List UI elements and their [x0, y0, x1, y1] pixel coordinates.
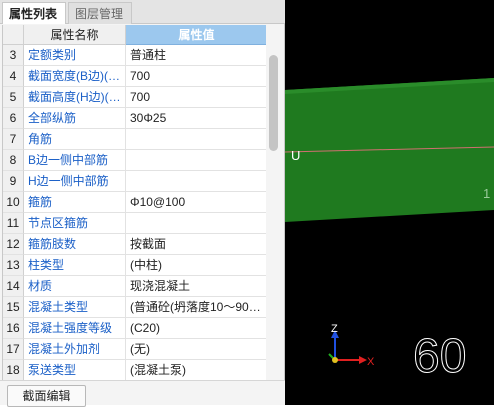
table-row[interactable]: 7 角筋 — [3, 129, 267, 150]
property-value-cell[interactable] — [126, 171, 267, 192]
x-axis-label: X — [367, 356, 375, 368]
header-property-name[interactable]: 属性名称 — [24, 25, 126, 45]
property-name-cell: 截面宽度(B边)(… — [24, 66, 126, 87]
table-row[interactable]: 18 泵送类型 (混凝土泵) — [3, 360, 267, 380]
row-index: 10 — [3, 192, 24, 213]
property-value-cell[interactable]: 普通柱 — [126, 45, 267, 66]
x-axis-arrow — [359, 356, 367, 364]
property-value-cell[interactable]: 现浇混凝土 — [126, 276, 267, 297]
table-row[interactable]: 17 混凝土外加剂 (无) — [3, 339, 267, 360]
table-row[interactable]: 13 柱类型 (中柱) — [3, 255, 267, 276]
property-value-cell[interactable]: 30Φ25 — [126, 108, 267, 129]
property-name-cell: 材质 — [24, 276, 126, 297]
header-index — [3, 25, 24, 45]
row-index: 5 — [3, 87, 24, 108]
row-index: 3 — [3, 45, 24, 66]
grid-scrollbar[interactable] — [266, 25, 282, 380]
property-name-cell: 柱类型 — [24, 255, 126, 276]
property-value-cell[interactable]: (普通砼(坍落度10～90… — [126, 297, 267, 318]
table-row[interactable]: 9 H边一侧中部筋 — [3, 171, 267, 192]
tab-property-list[interactable]: 属性列表 — [2, 2, 66, 24]
row-index: 18 — [3, 360, 24, 380]
3d-viewport[interactable]: U 1 Z X 60 — [285, 0, 494, 405]
table-row[interactable]: 11 节点区箍筋 — [3, 213, 267, 234]
property-name-cell: 混凝土强度等级 — [24, 318, 126, 339]
row-index: 4 — [3, 66, 24, 87]
properties-panel: 属性列表 图层管理 属性名称 属性值 3 定额类别 普通柱 4 截面宽度(B边)(… 70… — [0, 0, 285, 407]
row-index: 6 — [3, 108, 24, 129]
beam-marker-label: U — [291, 148, 300, 163]
row-index: 9 — [3, 171, 24, 192]
property-value-cell[interactable]: Φ10@100 — [126, 192, 267, 213]
property-value-cell[interactable] — [126, 213, 267, 234]
property-name-cell: 混凝土类型 — [24, 297, 126, 318]
header-property-value[interactable]: 属性值 — [126, 25, 267, 45]
property-name-cell: 箍筋肢数 — [24, 234, 126, 255]
property-name-cell: 箍筋 — [24, 192, 126, 213]
property-value-cell[interactable]: (中柱) — [126, 255, 267, 276]
table-row[interactable]: 14 材质 现浇混凝土 — [3, 276, 267, 297]
property-name-cell: B边一侧中部筋 — [24, 150, 126, 171]
property-name-cell: 泵送类型 — [24, 360, 126, 380]
row-index: 17 — [3, 339, 24, 360]
property-value-cell[interactable]: (无) — [126, 339, 267, 360]
table-row[interactable]: 16 混凝土强度等级 (C20) — [3, 318, 267, 339]
row-index: 13 — [3, 255, 24, 276]
row-index: 12 — [3, 234, 24, 255]
property-value-cell[interactable]: 按截面 — [126, 234, 267, 255]
row-index: 8 — [3, 150, 24, 171]
table-row[interactable]: 4 截面宽度(B边)(… 700 — [3, 66, 267, 87]
axis-origin — [332, 357, 338, 363]
table-row[interactable]: 10 箍筋 Φ10@100 — [3, 192, 267, 213]
row-index: 7 — [3, 129, 24, 150]
z-axis-label: Z — [331, 323, 338, 335]
beam-side-label: 1 — [483, 186, 490, 201]
property-value-cell[interactable] — [126, 129, 267, 150]
table-row[interactable]: 8 B边一侧中部筋 — [3, 150, 267, 171]
dimension-text: 60 — [413, 330, 466, 383]
row-index: 16 — [3, 318, 24, 339]
row-index: 15 — [3, 297, 24, 318]
property-value-cell[interactable]: 700 — [126, 66, 267, 87]
table-row[interactable]: 6 全部纵筋 30Φ25 — [3, 108, 267, 129]
axis-gizmo: Z X — [328, 323, 375, 368]
property-name-cell: 混凝土外加剂 — [24, 339, 126, 360]
panel-footer: 截面编辑 — [0, 380, 285, 407]
property-value-cell[interactable]: (C20) — [126, 318, 267, 339]
scrollbar-thumb[interactable] — [269, 55, 278, 151]
property-value-cell[interactable] — [126, 150, 267, 171]
property-name-cell: 节点区箍筋 — [24, 213, 126, 234]
row-index: 11 — [3, 213, 24, 234]
property-name-cell: H边一侧中部筋 — [24, 171, 126, 192]
property-name-cell: 全部纵筋 — [24, 108, 126, 129]
table-row[interactable]: 3 定额类别 普通柱 — [3, 45, 267, 66]
property-name-cell: 截面高度(H边)(… — [24, 87, 126, 108]
panel-tabs: 属性列表 图层管理 — [0, 0, 285, 24]
table-row[interactable]: 5 截面高度(H边)(… 700 — [3, 87, 267, 108]
property-value-cell[interactable]: (混凝土泵) — [126, 360, 267, 380]
row-index: 14 — [3, 276, 24, 297]
property-name-cell: 定额类别 — [24, 45, 126, 66]
table-row[interactable]: 15 混凝土类型 (普通砼(坍落度10～90… — [3, 297, 267, 318]
viewport-canvas[interactable]: U 1 Z X 60 — [285, 0, 494, 405]
property-name-cell: 角筋 — [24, 129, 126, 150]
tab-layer-management[interactable]: 图层管理 — [68, 2, 132, 24]
table-row[interactable]: 12 箍筋肢数 按截面 — [3, 234, 267, 255]
property-grid: 属性名称 属性值 3 定额类别 普通柱 4 截面宽度(B边)(… 700 5 截面高度(H边)… — [2, 25, 267, 380]
section-edit-button[interactable]: 截面编辑 — [7, 385, 86, 407]
property-value-cell[interactable]: 700 — [126, 87, 267, 108]
